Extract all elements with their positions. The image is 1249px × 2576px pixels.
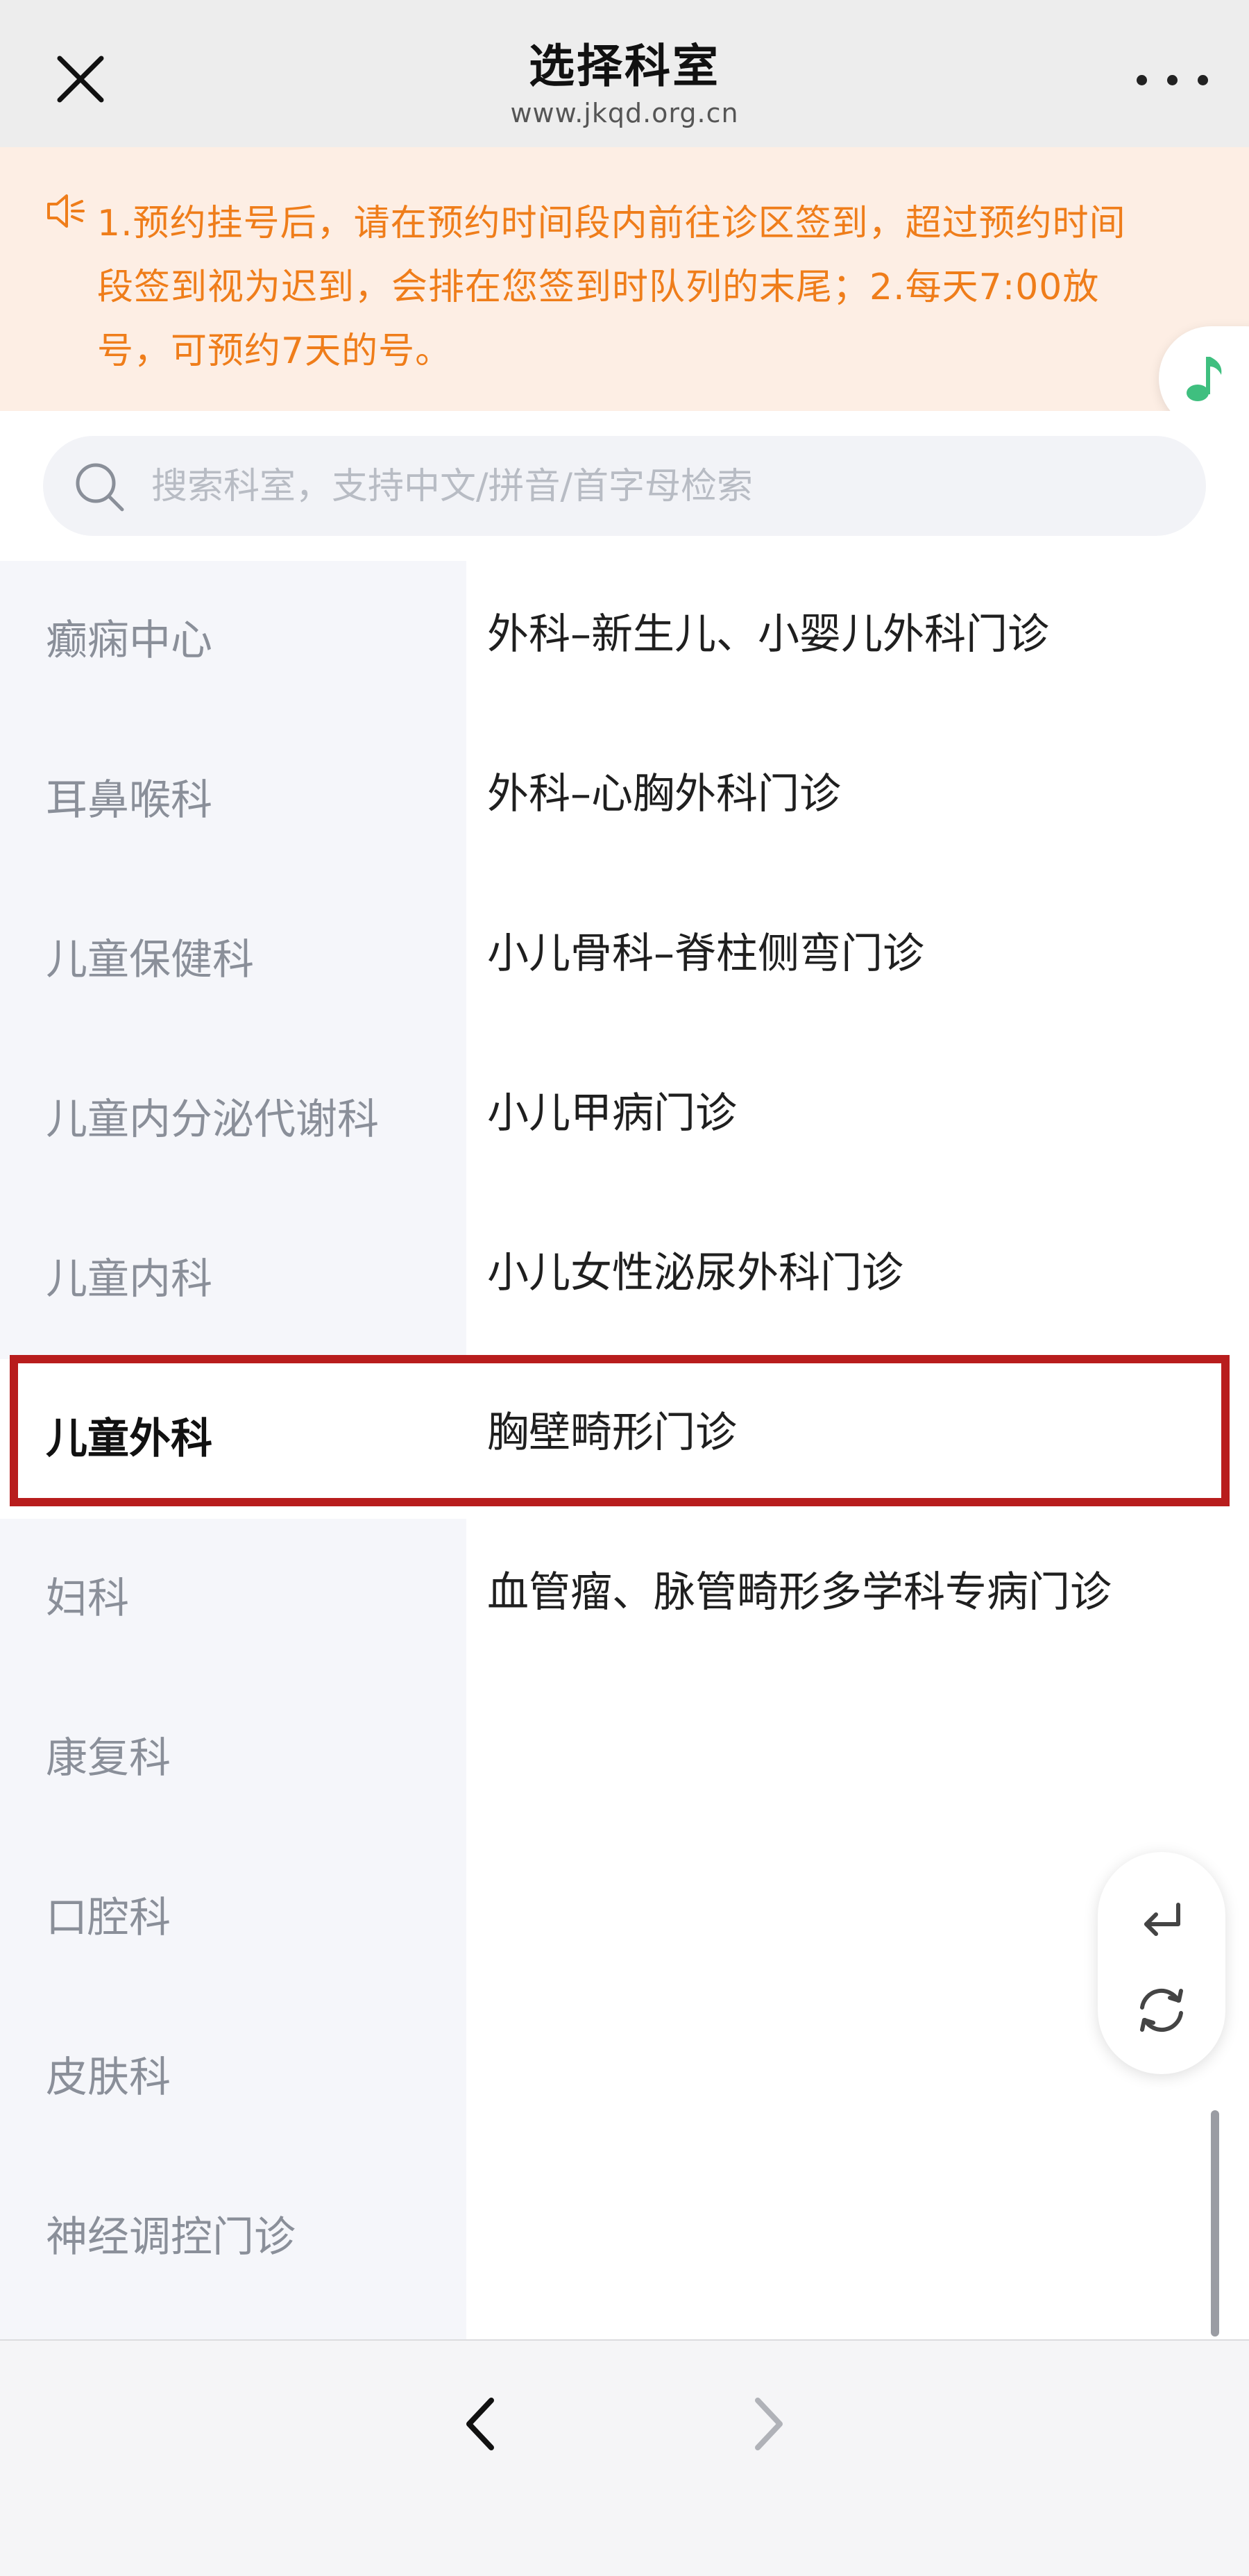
notice-line: 号，可预约7天的号。	[97, 330, 452, 372]
return-button[interactable]	[1127, 1888, 1196, 1958]
notice-line: 1.预约挂号后，请在预约时间段内前往诊区签到，超过预约时间	[97, 203, 1126, 244]
scrollbar[interactable]	[1211, 2110, 1219, 2337]
sidebar-item-label: 耳鼻喉科	[46, 776, 212, 825]
notice-line: 段签到视为迟到，会排在您签到时队列的末尾；2.每天7:00放	[97, 267, 1100, 308]
department-item[interactable]: 小儿甲病门诊	[466, 1040, 1249, 1199]
search-input[interactable]	[150, 436, 1180, 537]
title-area: 选择科室 www.jkqd.org.cn	[0, 36, 1249, 129]
sidebar-item[interactable]: 康复科	[0, 1678, 466, 1838]
search-icon	[76, 463, 124, 512]
sidebar-item-label: 儿童外科	[46, 1415, 212, 1463]
sidebar-item-label: 皮肤科	[46, 2053, 171, 2102]
speaker-icon	[47, 194, 85, 228]
sidebar-item[interactable]: 妇科	[0, 1519, 466, 1678]
department-picker: 癫痫中心 耳鼻喉科 儿童保健科 儿童内分泌代谢科 儿童内科 儿童外科 妇科 康复…	[0, 561, 1249, 2339]
bottom-nav-bar	[0, 2339, 1249, 2576]
more-dots-icon	[1167, 75, 1178, 85]
search-box[interactable]	[43, 436, 1206, 537]
more-dots-icon	[1137, 75, 1147, 85]
floating-controls	[1098, 1852, 1225, 2074]
sidebar-item[interactable]: 耳鼻喉科	[0, 721, 466, 880]
department-item[interactable]: 血管瘤、脉管畸形多学科专病门诊	[466, 1519, 1249, 1678]
back-button[interactable]	[433, 2375, 530, 2473]
music-note-icon	[1187, 357, 1222, 401]
page-domain: www.jkqd.org.cn	[510, 98, 739, 128]
forward-button[interactable]	[719, 2375, 816, 2473]
notice-banner: 1.预约挂号后，请在预约时间段内前往诊区签到，超过预约时间 段签到视为迟到，会排…	[0, 147, 1249, 411]
sidebar-item-label: 儿童内分泌代谢科	[46, 1095, 379, 1144]
sidebar-item-label: 神经调控门诊	[46, 2213, 296, 2262]
department-item[interactable]: 小儿骨科–脊柱侧弯门诊	[466, 880, 1249, 1040]
sidebar-item-label: 妇科	[46, 1574, 129, 1623]
return-icon	[1144, 1903, 1180, 1936]
more-dots-icon	[1198, 75, 1208, 85]
sidebar-item[interactable]: 儿童保健科	[0, 880, 466, 1040]
department-item[interactable]: 外科–心胸外科门诊	[466, 721, 1249, 880]
back-arrow-icon	[466, 2398, 494, 2450]
sidebar-item-label: 癫痫中心	[46, 616, 212, 665]
sidebar-item-label: 儿童保健科	[46, 936, 254, 984]
forward-arrow-icon	[755, 2398, 783, 2450]
sidebar-item[interactable]: 神经调控门诊	[0, 2157, 466, 2317]
sidebar-item[interactable]: 儿童内分泌代谢科	[0, 1040, 466, 1199]
page-title: 选择科室	[529, 40, 720, 93]
department-list: 外科–新生儿、小婴儿外科门诊 外科–心胸外科门诊 小儿骨科–脊柱侧弯门诊 小儿甲…	[466, 561, 1249, 1678]
title-bar: 选择科室 www.jkqd.org.cn	[0, 0, 1249, 147]
refresh-icon	[1140, 1988, 1183, 2032]
more-button[interactable]	[1131, 57, 1214, 99]
sidebar-item-active[interactable]: 儿童外科	[0, 1359, 466, 1519]
department-item[interactable]: 胸壁畸形门诊	[466, 1359, 1249, 1519]
department-item[interactable]: 外科–新生儿、小婴儿外科门诊	[466, 561, 1249, 721]
refresh-button[interactable]	[1127, 1976, 1196, 2045]
sidebar-item-label: 康复科	[46, 1734, 171, 1783]
sidebar-item[interactable]: 儿童内科	[0, 1199, 466, 1359]
sidebar-item-label: 儿童内科	[46, 1255, 212, 1304]
sidebar-item[interactable]: 癫痫中心	[0, 561, 466, 721]
category-sidebar: 癫痫中心 耳鼻喉科 儿童保健科 儿童内分泌代谢科 儿童内科 儿童外科 妇科 康复…	[0, 561, 466, 2339]
sidebar-item[interactable]: 皮肤科	[0, 1998, 466, 2157]
notice-text: 1.预约挂号后，请在预约时间段内前往诊区签到，超过预约时间 段签到视为迟到，会排…	[97, 192, 1207, 383]
sidebar-item[interactable]: 口腔科	[0, 1838, 466, 1998]
department-item[interactable]: 小儿女性泌尿外科门诊	[466, 1199, 1249, 1359]
search-section	[0, 411, 1249, 561]
sidebar-item-label: 口腔科	[46, 1894, 171, 1942]
